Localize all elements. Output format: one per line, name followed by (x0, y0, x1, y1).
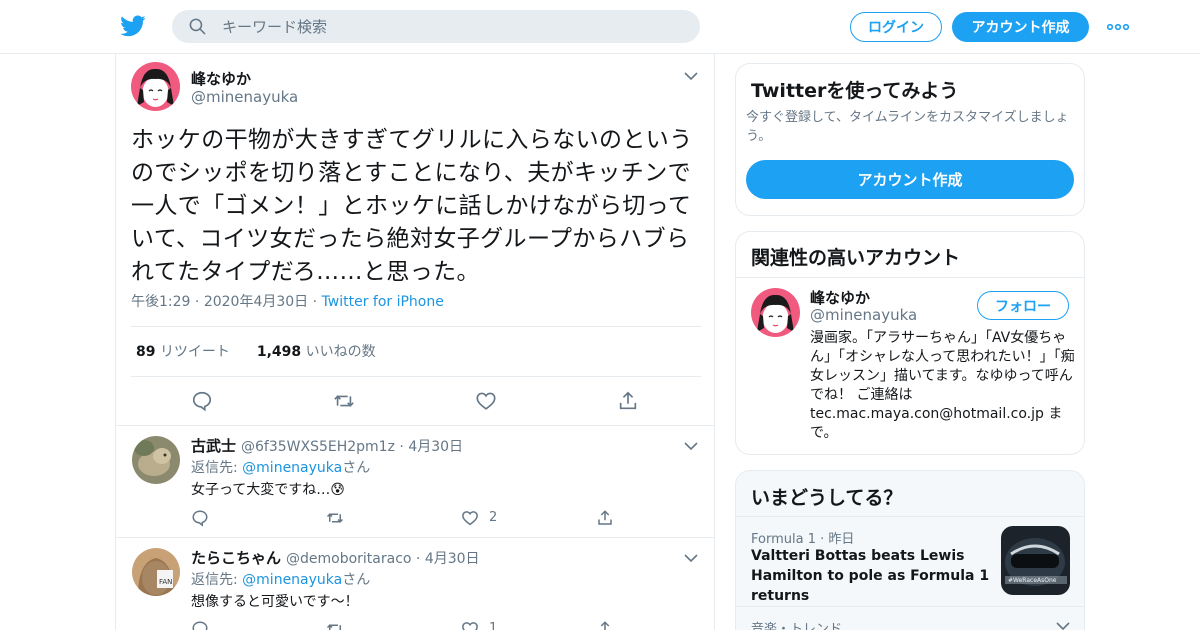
trend-item-title[interactable]: Valtteri Bottas beats Lewis Hamilton to … (751, 546, 996, 606)
avatar-photo: FAN (132, 548, 180, 596)
meta-separator: · (399, 439, 409, 455)
share-icon[interactable] (596, 509, 614, 527)
login-button[interactable]: ログイン (850, 12, 942, 42)
meta-separator: · (194, 294, 204, 310)
helmet-photo: #WeRaceAsOne (1001, 526, 1070, 595)
search-input[interactable] (222, 10, 682, 43)
search-icon (189, 18, 206, 35)
like-count[interactable]: 2 (489, 510, 497, 525)
chevron-down-icon[interactable] (684, 442, 698, 450)
chevron-down-icon[interactable] (1056, 622, 1070, 630)
reply-icon[interactable] (191, 620, 209, 630)
reply-text: 女子って大変ですね…😰 (191, 482, 345, 498)
svg-text:FAN: FAN (159, 578, 172, 586)
reply-handle[interactable]: @demoboritaraco (286, 551, 411, 567)
tweet-column: 峰なゆか @minenayuka ホッケの干物が大きすぎてグリルに入らないのとい… (115, 54, 715, 630)
retweet-label[interactable]: リツイート (160, 344, 230, 360)
trend-source[interactable]: Formula 1 (751, 532, 816, 547)
author-handle[interactable]: @minenayuka (191, 88, 298, 106)
related-accounts-card: 関連性の高いアカウント 峰なゆか @minenayuka フォロー 漫画家。「ア… (735, 231, 1085, 455)
related-account-handle[interactable]: @minenayuka (810, 306, 917, 324)
tweet-meta: 午後1:29 · 2020年4月30日 · Twitter for iPhone (131, 291, 444, 311)
next-trend-meta: 音楽・トレンド (751, 622, 843, 630)
author-name[interactable]: 峰なゆか (191, 68, 251, 89)
like-icon[interactable] (475, 390, 497, 412)
chevron-down-icon[interactable] (684, 72, 698, 80)
like-count[interactable]: 1,498 (257, 344, 301, 360)
tweet-date[interactable]: 2020年4月30日 (204, 294, 308, 310)
related-account-bio: 漫画家。「アラサーちゃん」「AV女優ちゃん」「オシャレな人って思われたい！」「痴… (810, 330, 1075, 441)
search-box[interactable] (172, 10, 700, 43)
share-icon[interactable] (596, 620, 614, 630)
related-account-avatar[interactable] (751, 288, 800, 337)
divider (736, 516, 1084, 517)
reply-text: 想像すると可愛いです〜！ (191, 594, 359, 610)
share-icon[interactable] (617, 390, 639, 412)
trend-item-image[interactable]: #WeRaceAsOne (1001, 526, 1070, 595)
author-avatar[interactable] (131, 62, 180, 111)
retweet-count[interactable]: 89 (136, 344, 155, 360)
retweet-icon[interactable] (326, 620, 344, 630)
reply-to-prefix: 返信先: (191, 460, 243, 476)
reply-icon[interactable] (191, 509, 209, 527)
signup-button[interactable]: アカウント作成 (952, 12, 1089, 42)
divider (736, 277, 1084, 278)
avatar-photo (132, 436, 180, 484)
related-account-name[interactable]: 峰なゆか (810, 287, 870, 308)
trend-time: 昨日 (828, 532, 855, 547)
signup-card: Twitterを使ってみよう 今すぐ登録して、タイムラインをカスタマイズしましょ… (735, 63, 1085, 216)
signup-card-button[interactable]: アカウント作成 (746, 160, 1074, 199)
reply-to-suffix: さん (342, 572, 371, 588)
signup-card-title: Twitterを使ってみよう (751, 80, 959, 102)
reply-to-mention[interactable]: @minenayuka (242, 572, 342, 588)
divider (736, 606, 1084, 607)
reply-icon[interactable] (191, 390, 213, 412)
reply-author-handle[interactable]: @demoboritaraco · 4月30日 (286, 548, 480, 568)
reply-to-mention[interactable]: @minenayuka (242, 460, 342, 476)
divider (116, 425, 714, 426)
reply-to-line: 返信先: @minenayukaさん (191, 569, 370, 589)
related-card-title: 関連性の高いアカウント (751, 247, 961, 269)
svg-text:#WeRaceAsOne: #WeRaceAsOne (1008, 577, 1057, 584)
like-icon[interactable] (461, 509, 479, 527)
retweet-icon[interactable] (326, 509, 344, 527)
chevron-down-icon[interactable] (684, 554, 698, 562)
signup-card-caption: 今すぐ登録して、タイムラインをカスタマイズしましょう。 (746, 110, 1069, 144)
tweet-source[interactable]: Twitter for iPhone (322, 294, 444, 310)
top-bar: ログイン アカウント作成 (0, 0, 1200, 54)
reply-date[interactable]: 4月30日 (425, 551, 480, 567)
avatar-illustration (751, 288, 800, 337)
trends-card-title: いまどうしてる？ (751, 487, 903, 509)
reply-avatar[interactable]: FAN (132, 548, 180, 596)
more-dots-icon[interactable] (1107, 22, 1129, 32)
like-label[interactable]: いいねの数 (306, 344, 376, 360)
retweet-icon[interactable] (333, 390, 355, 412)
avatar-illustration (131, 62, 180, 111)
reply-author-handle[interactable]: @6f35WXS5EH2pm1z · 4月30日 (241, 436, 463, 456)
divider (131, 326, 701, 327)
divider (116, 537, 714, 538)
tweet-time[interactable]: 午後1:29 (131, 294, 190, 310)
meta-separator: · (415, 551, 425, 567)
reply-to-prefix: 返信先: (191, 572, 243, 588)
like-count[interactable]: 1 (489, 621, 497, 630)
reply-to-line: 返信先: @minenayukaさん (191, 457, 370, 477)
like-icon[interactable] (461, 620, 479, 630)
reply-author-name[interactable]: 古武士 (191, 435, 236, 456)
divider (131, 376, 701, 377)
reply-date[interactable]: 4月30日 (408, 439, 463, 455)
trend-item-meta: Formula 1 · 昨日 (751, 528, 854, 547)
tweet-stats: 89 リツイート 1,498 いいねの数 (136, 341, 376, 361)
trends-card: いまどうしてる？ Formula 1 · 昨日 Valtteri Bottas … (735, 470, 1085, 630)
tweet-text: ホッケの干物が大きすぎてグリルに入らないのというのでシッポを切り落とすことになり… (131, 127, 693, 285)
follow-button[interactable]: フォロー (977, 291, 1069, 320)
reply-author-name[interactable]: たらこちゃん (191, 547, 281, 568)
reply-handle[interactable]: @6f35WXS5EH2pm1z (241, 439, 395, 455)
reply-to-suffix: さん (342, 460, 371, 476)
twitter-bird-icon[interactable] (120, 13, 146, 39)
reply-avatar[interactable] (132, 436, 180, 484)
meta-separator: · (312, 294, 322, 310)
